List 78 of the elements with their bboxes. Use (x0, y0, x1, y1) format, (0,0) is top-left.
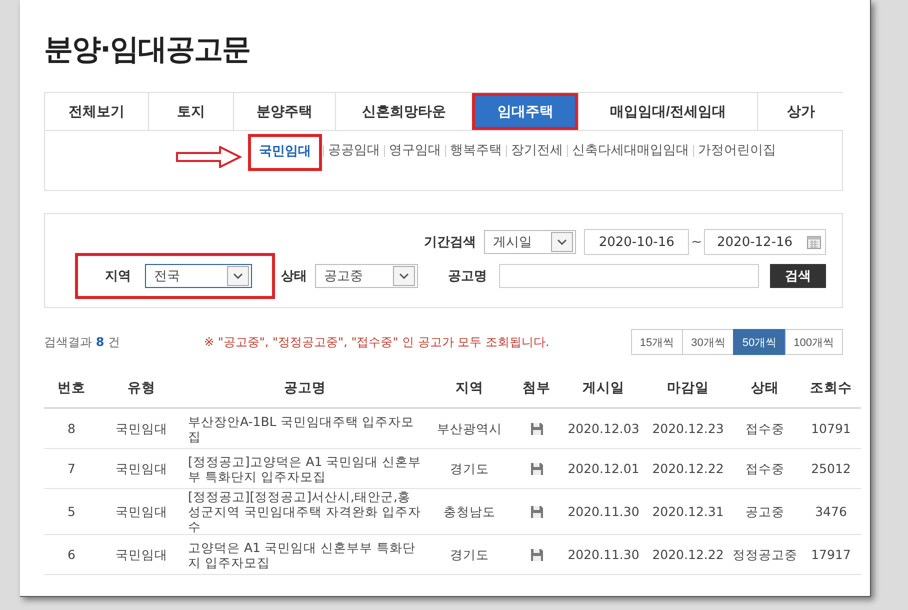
table-cell: 3476 (801, 488, 861, 534)
page-title: 분양·임대공고문 (44, 31, 252, 68)
column-header: 상태 (729, 369, 801, 408)
status-select[interactable]: 공고중 (315, 264, 418, 288)
table-cell: 공고중 (729, 488, 801, 534)
table-cell: 25012 (801, 448, 861, 488)
subcategory-link[interactable]: 신축다세대매입임대 (569, 140, 692, 160)
table-cell: 접수중 (729, 408, 801, 448)
table-cell: 2020.12.31 (647, 488, 729, 534)
column-header: 마감일 (647, 369, 729, 408)
arrow-icon (176, 146, 242, 168)
table-cell: 17917 (801, 534, 861, 574)
page-size-button[interactable]: 50개씩 (733, 329, 786, 355)
subcategory-link[interactable]: 장기전세 (508, 140, 566, 160)
result-count: 검색결과 8 건 (44, 334, 122, 350)
table-cell: 2020.12.03 (560, 408, 647, 448)
column-header: 번호 (44, 369, 99, 408)
save-icon[interactable] (530, 548, 544, 562)
table-cell: 충청남도 (426, 488, 513, 534)
subcategory-link[interactable]: 행복주택 (447, 140, 505, 160)
period-label: 기간검색 (424, 233, 476, 251)
page-size-button[interactable]: 15개씩 (630, 329, 684, 355)
page-size-button[interactable]: 30개씩 (682, 329, 734, 355)
page-size-button[interactable]: 100개씩 (784, 329, 843, 355)
column-header: 첨부 (513, 369, 560, 408)
subcategory-link[interactable]: 가정어린이집 (695, 140, 779, 160)
table-cell: 부산광역시 (426, 408, 513, 448)
table-cell: 2020.11.30 (560, 534, 647, 574)
table-cell: 10791 (801, 408, 861, 448)
period-select[interactable]: 게시일 (484, 230, 576, 254)
date-field[interactable]: 2020-10-16 (584, 229, 690, 255)
notice-title-link[interactable]: 고양덕은 A1 국민임대 신혼부부 특화단지 입주자모집 (184, 534, 426, 574)
table-cell: 2020.11.30 (560, 488, 647, 534)
table-cell: 2020.12.23 (647, 408, 729, 448)
dropdown-icon (551, 232, 574, 252)
calendar-icon (806, 234, 822, 250)
region-label: 지역 (105, 267, 131, 285)
dropdown-icon (393, 266, 416, 286)
table-cell: 국민임대 (99, 408, 184, 448)
subcategory-link[interactable]: 국민임대 (248, 134, 322, 171)
column-header: 공고명 (184, 369, 426, 408)
table-cell: 국민임대 (99, 534, 184, 574)
table-cell: 정정공고중 (729, 534, 801, 574)
table-cell: 접수중 (729, 448, 801, 488)
column-header: 조회수 (801, 369, 861, 408)
title-input[interactable] (499, 264, 759, 288)
column-header: 지역 (426, 369, 513, 408)
table-cell: 경기도 (426, 534, 513, 574)
save-icon[interactable] (530, 462, 544, 476)
category-tab[interactable]: 상가 (757, 93, 844, 130)
column-header: 유형 (99, 369, 184, 408)
column-header: 게시일 (560, 369, 647, 408)
region-select[interactable]: 전국 (145, 264, 252, 288)
table-cell: 국민임대 (99, 488, 184, 534)
save-icon[interactable] (530, 505, 544, 520)
category-tab[interactable]: 임대주택 (472, 93, 578, 130)
notice-title-link[interactable]: 부산장안A-1BL 국민임대주택 입주자모집 (184, 408, 426, 448)
table-cell: 국민임대 (99, 448, 184, 488)
dropdown-icon (227, 266, 249, 286)
subcategory-link[interactable]: 영구임대 (386, 140, 444, 160)
notice-title-link[interactable]: [정정공고]고양덕은 A1 국민임대 신혼부부 특화단지 입주자모집 (184, 448, 426, 488)
table-cell: 8 (44, 408, 99, 448)
table-cell: 5 (44, 488, 99, 534)
title-label: 공고명 (448, 267, 488, 285)
table-cell: 2020.12.22 (647, 448, 729, 488)
table-cell: 7 (44, 448, 99, 488)
table-cell: 2020.12.22 (647, 534, 729, 574)
date-separator: ~ (691, 234, 702, 250)
table-cell: 경기도 (426, 448, 513, 488)
table-cell: 2020.12.01 (560, 448, 647, 488)
notice-title-link[interactable]: [정정공고][정정공고]서산시,태안군,홍성군지역 국민임대주택 자격완화 입주자 수 (184, 488, 426, 534)
notice-text: ※ "공고중", "정정공고중", "접수중" 인 공고가 모두 조회됩니다. (204, 334, 550, 350)
save-icon[interactable] (530, 422, 544, 436)
search-button[interactable]: 검색 (770, 264, 826, 288)
status-label: 상태 (281, 267, 307, 285)
table-cell: 6 (44, 534, 99, 574)
subcategory-link[interactable]: 공공임대 (325, 140, 383, 160)
date-field[interactable]: 2020-12-16 (704, 229, 826, 255)
